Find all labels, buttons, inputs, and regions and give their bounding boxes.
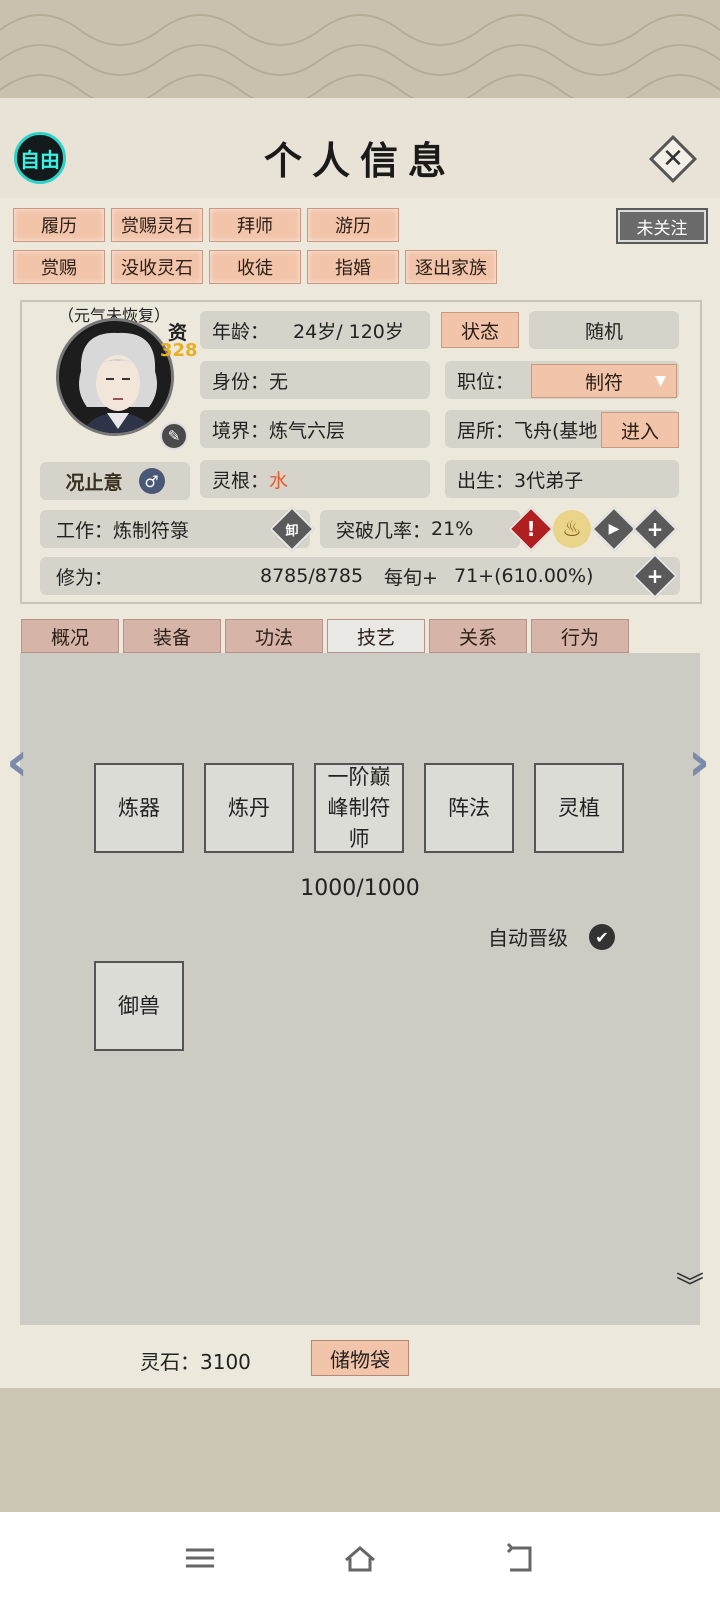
breakthrough-label: 突破几率： xyxy=(336,519,432,542)
history-button[interactable]: 履历 xyxy=(13,208,105,242)
plus-icon: + xyxy=(646,517,664,541)
residence-value: 飞舟(基地 xyxy=(514,419,598,442)
skill-formation[interactable]: 阵法 xyxy=(424,763,514,853)
reward-stones-button[interactable]: 赏赐灵石 xyxy=(111,208,203,242)
apprentice-button[interactable]: 拜师 xyxy=(209,208,301,242)
unload-button[interactable]: 卸 xyxy=(269,506,315,552)
bottom-band xyxy=(0,1388,720,1512)
realm-value: 炼气六层 xyxy=(269,419,346,442)
age-label: 年龄： xyxy=(212,320,270,343)
male-icon: ♂ xyxy=(138,468,165,494)
auto-upgrade-checkbox[interactable]: ✔ xyxy=(589,924,615,950)
plus-icon: + xyxy=(646,564,664,588)
tab-skills[interactable]: 技艺 xyxy=(327,619,425,653)
aptitude-value: 328 xyxy=(160,340,198,361)
per-period-label: 每旬+ xyxy=(384,566,438,589)
avatar[interactable] xyxy=(56,318,174,436)
spirit-stones-label: 灵石： xyxy=(140,1350,200,1374)
chevron-left-icon[interactable]: ‹ xyxy=(6,730,28,793)
per-period-value: 71+(610.00%) xyxy=(454,565,594,587)
tab-overview[interactable]: 概况 xyxy=(21,619,119,653)
residence-label: 居所： xyxy=(457,419,515,442)
spirit-root-label: 灵根： xyxy=(212,469,270,492)
spirit-stones: 灵石：3100 xyxy=(140,1346,251,1375)
menu-icon[interactable] xyxy=(180,1538,220,1578)
skill-herbalism[interactable]: 灵植 xyxy=(534,763,624,853)
birth-value: 3代弟子 xyxy=(514,469,584,492)
arrange-marriage-button[interactable]: 指婚 xyxy=(307,250,399,284)
play-button[interactable]: ▶ xyxy=(591,506,637,552)
travel-button[interactable]: 游历 xyxy=(307,208,399,242)
identity-field: 身份： 无 xyxy=(200,361,430,399)
storage-bag-button[interactable]: 储物袋 xyxy=(311,1340,409,1376)
chevron-down-icon: ▼ xyxy=(655,373,666,389)
reward-button[interactable]: 赏赐 xyxy=(13,250,105,284)
breakthrough-value: 21% xyxy=(431,518,474,540)
identity-value: 无 xyxy=(269,370,289,393)
breakthrough-field: 突破几率： 21% xyxy=(320,510,520,548)
warning-button[interactable]: ! xyxy=(508,506,554,552)
identity-label: 身份： xyxy=(212,370,270,393)
edit-icon[interactable]: ✎ xyxy=(160,422,188,450)
skill-alchemy[interactable]: 炼丹 xyxy=(204,763,294,853)
expel-button[interactable]: 逐出家族 xyxy=(405,250,497,284)
cultivation-field: 修为： 8785/8785 每旬+ 71+(610.00%) xyxy=(40,557,680,595)
work-value: 炼制符箓 xyxy=(113,519,190,542)
close-button[interactable]: ✕ xyxy=(648,134,698,184)
exclamation-icon: ! xyxy=(526,517,536,541)
position-select[interactable]: 制符 ▼ xyxy=(531,364,677,398)
check-icon: ✔ xyxy=(595,927,609,947)
back-icon[interactable] xyxy=(500,1538,540,1578)
tab-relations[interactable]: 关系 xyxy=(429,619,527,653)
scroll-down-icon[interactable]: ︾ xyxy=(676,1273,704,1301)
work-label: 工作： xyxy=(56,519,114,542)
tab-techniques[interactable]: 功法 xyxy=(225,619,323,653)
add-button[interactable]: + xyxy=(632,506,678,552)
add-cultivation-button[interactable]: + xyxy=(632,553,678,599)
spirit-root-value: 水 xyxy=(269,469,289,492)
age-field: 年龄： 24岁/ 120岁 xyxy=(200,311,430,349)
home-icon[interactable] xyxy=(340,1538,380,1578)
skill-refining[interactable]: 炼器 xyxy=(94,763,184,853)
page-title: 个人信息 xyxy=(263,138,456,183)
meditate-icon[interactable]: ♨ xyxy=(553,510,591,548)
enter-button[interactable]: 进入 xyxy=(601,412,679,448)
cultivation-label: 修为： xyxy=(56,566,114,589)
chevron-right-icon[interactable]: › xyxy=(688,730,710,793)
top-decorative-band xyxy=(0,0,720,98)
unload-label: 卸 xyxy=(285,523,299,539)
birth-field: 出生： 3代弟子 xyxy=(445,460,679,498)
cultivation-value: 8785/8785 xyxy=(260,565,364,587)
tab-behavior[interactable]: 行为 xyxy=(531,619,629,653)
close-icon: ✕ xyxy=(662,144,684,174)
character-name: 况止意 xyxy=(65,471,123,494)
spirit-stones-value: 3100 xyxy=(200,1350,251,1374)
confiscate-stones-button[interactable]: 没收灵石 xyxy=(111,250,203,284)
position-value: 制符 xyxy=(584,371,623,394)
position-label: 职位： xyxy=(457,370,515,393)
skill-talisman[interactable]: 一阶巅峰制符师 xyxy=(314,763,404,853)
spirit-root-field: 灵根： 水 xyxy=(200,460,430,498)
realm-label: 境界： xyxy=(212,419,270,442)
tab-equipment[interactable]: 装备 xyxy=(123,619,221,653)
skill-progress: 1000/1000 xyxy=(300,876,420,901)
follow-button[interactable]: 未关注 xyxy=(616,208,708,244)
name-field: 况止意 ♂ xyxy=(40,462,190,500)
play-icon: ▶ xyxy=(608,521,620,537)
birth-label: 出生： xyxy=(457,469,515,492)
age-value: 24岁/ 120岁 xyxy=(293,320,404,343)
auto-upgrade-label: 自动晋级 xyxy=(488,926,568,950)
skill-beast-taming[interactable]: 御兽 xyxy=(94,961,184,1051)
random-button[interactable]: 随机 xyxy=(529,311,679,349)
state-button[interactable]: 状态 xyxy=(441,312,519,348)
realm-field: 境界： 炼气六层 xyxy=(200,410,430,448)
take-disciple-button[interactable]: 收徒 xyxy=(209,250,301,284)
